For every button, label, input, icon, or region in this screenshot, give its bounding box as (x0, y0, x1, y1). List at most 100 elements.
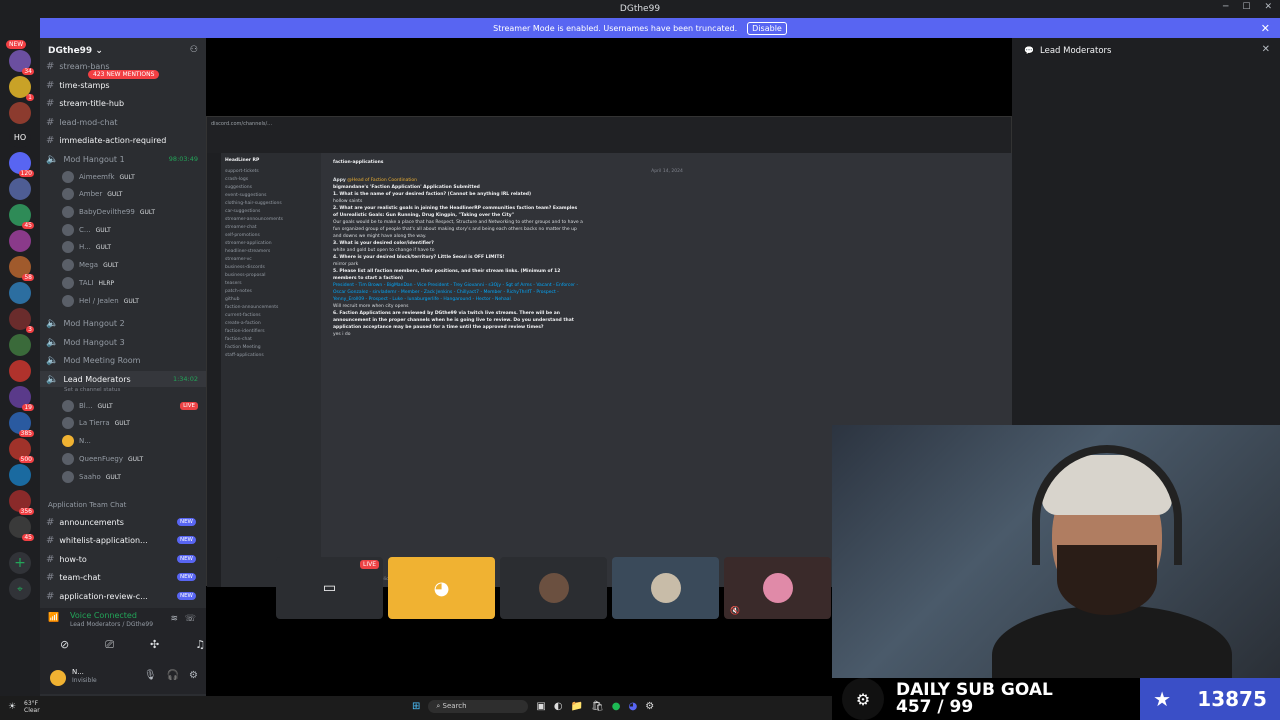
server-icon[interactable] (9, 464, 31, 486)
server-icon[interactable]: 19 (9, 386, 34, 411)
speaker-icon: 🔈 (46, 336, 59, 348)
server-icon[interactable] (9, 334, 31, 356)
server-icon[interactable] (9, 178, 31, 200)
channel-status[interactable]: Set a channel status (64, 387, 120, 393)
channel-app-review[interactable]: # application-review-c... NEW (40, 588, 206, 604)
channel-team-chat[interactable]: # team-chat NEW (40, 569, 206, 585)
task-view-icon[interactable]: ▣ (536, 701, 545, 712)
inner-channel: headliner-streamers (225, 249, 271, 254)
voice-member[interactable]: Hel / Jealen GULT (62, 293, 139, 309)
close-banner-icon[interactable]: ✕ (1261, 22, 1270, 35)
voice-member[interactable]: H... GULT (62, 239, 111, 255)
spotify-icon[interactable]: ● (612, 701, 621, 712)
server-icon[interactable]: 356 (9, 490, 34, 515)
tile-discord[interactable]: ◕ (388, 557, 495, 619)
server-icon[interactable]: HO (9, 126, 31, 148)
minimize-icon[interactable]: ─ (1223, 2, 1228, 12)
discord-taskbar-icon[interactable]: ◕ (628, 701, 637, 712)
server-icon[interactable] (9, 230, 31, 252)
category-application-team[interactable]: Application Team Chat (48, 501, 126, 509)
noise-icon[interactable]: ≋ (170, 614, 178, 624)
activity-icon[interactable]: ✣ (150, 638, 159, 652)
server-icon[interactable] (9, 360, 31, 382)
server-icon[interactable]: 45 (9, 516, 34, 541)
server-icon[interactable]: 120 (9, 152, 34, 177)
inner-channel: faction-identifiers (225, 329, 265, 334)
maximize-icon[interactable]: ☐ (1242, 2, 1250, 12)
window-title: DGthe99 (619, 4, 661, 14)
server-icon[interactable]: 34 (9, 50, 34, 75)
avatar (62, 259, 74, 271)
voice-member[interactable]: Mega GULT (62, 257, 118, 273)
close-window-icon[interactable]: ✕ (1264, 2, 1272, 12)
weather-widget[interactable]: 63°F Clear (24, 700, 40, 714)
gear-icon[interactable]: ⚙ (189, 670, 198, 681)
user-panel: N... Invisible 🎙 🎧 ⚙ (40, 664, 206, 694)
invite-icon[interactable]: ⚇ (190, 45, 198, 55)
channel-time-stamps[interactable]: # time-stamps (40, 77, 206, 93)
camera-off-icon[interactable]: ⊘ (60, 638, 69, 652)
server-name[interactable]: DGthe99 ⌄ (48, 46, 103, 56)
voice-connected-label[interactable]: Voice Connected (70, 611, 137, 620)
voice-member[interactable]: Saaho GULT (62, 469, 121, 485)
inner-channel: current-factions (225, 313, 261, 318)
close-icon[interactable]: ✕ (1262, 44, 1270, 55)
disconnect-icon[interactable]: ☏ (185, 614, 196, 624)
file-explorer-icon[interactable]: 📁 (571, 701, 583, 712)
channel-stream-title-hub[interactable]: # stream-title-hub (40, 95, 206, 111)
server-icon[interactable]: 385 (9, 412, 34, 437)
edge-icon[interactable]: ◐ (554, 701, 563, 712)
tile-screen[interactable]: ▭ LIVE (276, 557, 383, 619)
voice-member[interactable]: C... GULT (62, 222, 111, 238)
server-icon[interactable] (9, 102, 31, 124)
channel-announcements[interactable]: # announcements NEW (40, 514, 206, 530)
disable-button[interactable]: Disable (747, 21, 787, 35)
screen-share-icon[interactable]: ⎚ (105, 638, 114, 652)
server-icon[interactable]: 500 (9, 438, 34, 463)
taskbar: ☀ 63°F Clear ⊞ ⌕ Search ▣ ◐ 📁 🛍 ● ◕ ⚙ (0, 696, 832, 720)
taskbar-search[interactable]: ⌕ Search (428, 700, 529, 713)
tile-user-c[interactable]: 🔇 (724, 557, 831, 619)
voice-lead-moderators[interactable]: 🔈 Lead Moderators 1:34:02 (40, 371, 206, 387)
voice-mod-hangout-2[interactable]: 🔈 Mod Hangout 2 (40, 315, 206, 331)
voice-member[interactable]: TALI HLRP (62, 275, 114, 291)
store-icon[interactable]: 🛍 (591, 701, 604, 712)
server-icon[interactable]: 45 (9, 204, 34, 229)
mic-icon[interactable]: 🎙 (144, 670, 157, 681)
sub-goal-progress: 457 / 99 (896, 697, 974, 717)
voice-member[interactable]: Aimeemfk GULT (62, 169, 135, 185)
channel-whitelist[interactable]: # whitelist-application... NEW (40, 532, 206, 548)
windows-start-icon[interactable]: ⊞ (412, 701, 420, 712)
voice-member[interactable]: QueenFuegy GULT (62, 451, 143, 467)
window-controls: ─ ☐ ✕ (1223, 2, 1272, 12)
channel-lead-mod-chat[interactable]: # lead-mod-chat (40, 114, 206, 130)
voice-member[interactable]: N... (62, 433, 91, 449)
inner-channel: faction-announcements (225, 305, 279, 310)
channel-immediate-action[interactable]: # immediate-action-required (40, 132, 206, 148)
server-icon[interactable]: 1 (9, 76, 34, 101)
new-badge: NEW (176, 573, 196, 581)
channel-how-to[interactable]: # how-to NEW (40, 551, 206, 567)
badge: 45 (22, 534, 34, 541)
server-icon[interactable]: 58 (9, 256, 34, 281)
headphones-icon[interactable]: 🎧 (167, 670, 179, 681)
add-server-icon[interactable]: + (9, 552, 31, 574)
badge: 58 (22, 274, 34, 281)
tile-user-b[interactable] (612, 557, 719, 619)
voice-mod-hangout-3[interactable]: 🔈 Mod Hangout 3 (40, 334, 206, 350)
explore-icon[interactable]: ⌖ (9, 578, 31, 600)
steam-icon[interactable]: ⚙ (645, 701, 654, 712)
voice-member[interactable]: Amber GULT (62, 186, 122, 202)
server-icon[interactable] (9, 282, 31, 304)
user-name[interactable]: N... (72, 668, 84, 676)
soundboard-icon[interactable]: ♫ (195, 638, 205, 652)
avatar[interactable] (50, 670, 66, 686)
voice-mod-meeting-room[interactable]: 🔈 Mod Meeting Room (40, 352, 206, 368)
voice-member[interactable]: BabyDevilthe99 GULT (62, 204, 155, 220)
voice-member[interactable]: La Tierra GULT (62, 415, 130, 431)
tile-user-a[interactable] (500, 557, 607, 619)
voice-mod-hangout-1[interactable]: 🔈 Mod Hangout 1 98:03:49 (40, 151, 206, 167)
voice-member[interactable]: Bl... GULT (62, 398, 113, 414)
panel-title: Lead Moderators (1040, 46, 1112, 56)
server-icon[interactable]: 3 (9, 308, 34, 333)
